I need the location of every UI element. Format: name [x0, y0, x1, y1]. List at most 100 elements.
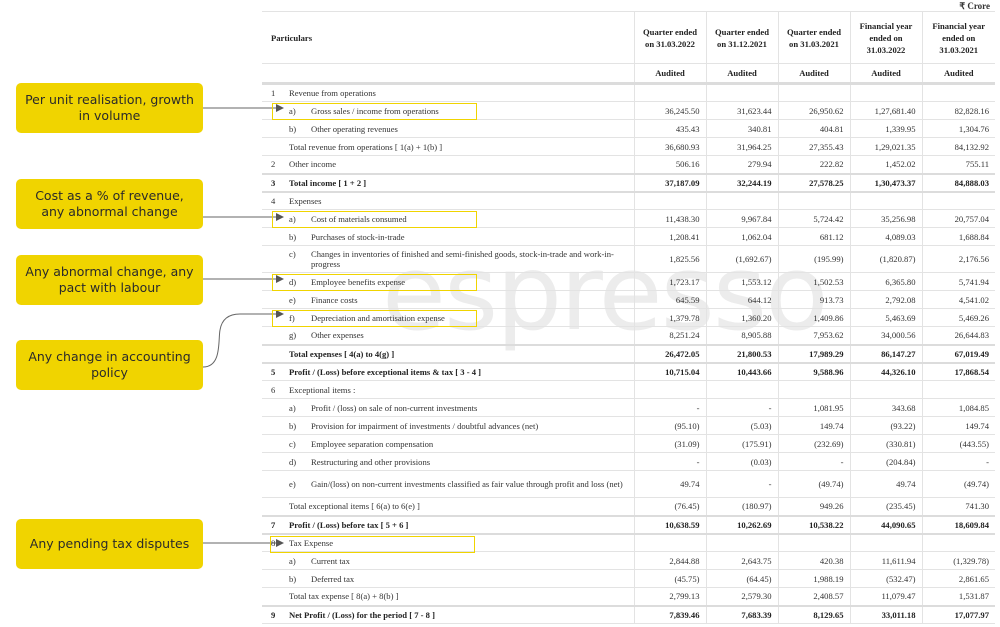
- row-label: Provision for impairment of investments …: [311, 420, 539, 431]
- value-cell: (330.81): [849, 434, 922, 453]
- value-cell: 11,611.94: [849, 551, 922, 570]
- value-cell: 644.12: [705, 290, 778, 309]
- row-number: 1: [271, 88, 276, 98]
- row-sub-index: c): [289, 438, 296, 449]
- value-cell: 1,081.95: [777, 398, 850, 417]
- value-cell: 2,579.30: [705, 587, 778, 607]
- callout-text: Any abnormal change, any pact with labou…: [25, 264, 194, 295]
- table-row: Total exceptional items [ 6(a) to 6(e) ]…: [262, 497, 995, 517]
- header-col: Quarter ended on 31.12.2021: [705, 11, 778, 64]
- value-cell: 149.74: [777, 416, 850, 435]
- row-label: Total tax expense [ 8(a) + 8(b) ]: [289, 591, 399, 602]
- row-number: 6: [271, 384, 276, 395]
- value-cell: 1,825.56: [633, 245, 706, 273]
- audit-blank: [262, 63, 634, 85]
- table-row: a) Gross sales / income from operations 36…: [262, 101, 995, 120]
- value-cell: (1,692.67): [705, 245, 778, 273]
- value-cell: (1,820.87): [849, 245, 922, 273]
- table-row: a) Current tax 2,844.88 2,643.75 420.38 11,61…: [262, 551, 995, 570]
- row-label-cell: c) Employee separation compensation: [262, 434, 634, 453]
- value-cell: [705, 380, 778, 399]
- callout-text: Per unit realisation, growth in volume: [25, 92, 194, 123]
- table-row: 8 Tax Expense: [262, 533, 995, 553]
- value-cell: 37,187.09: [633, 173, 706, 193]
- value-cell: 4,089.03: [849, 227, 922, 246]
- value-cell: [633, 380, 706, 399]
- financial-results-table: Particulars Quarter ended on 31.03.2022 …: [262, 11, 995, 624]
- value-cell: -: [633, 452, 706, 471]
- value-cell: 9,588.96: [777, 362, 850, 381]
- value-cell: 82,828.16: [921, 101, 995, 120]
- value-cell: 31,623.44: [705, 101, 778, 120]
- value-cell: 340.81: [705, 119, 778, 138]
- row-sub-index: g): [289, 330, 297, 341]
- callout-tax: Any pending tax disputes: [16, 519, 203, 569]
- value-cell: 20,757.04: [921, 209, 995, 228]
- row-number: 4: [271, 195, 276, 206]
- value-cell: 84,132.92: [921, 137, 995, 156]
- row-label: Exceptional items :: [289, 384, 356, 395]
- value-cell: 404.81: [777, 119, 850, 138]
- row-label-cell: g) Other expenses: [262, 326, 634, 346]
- value-cell: 506.16: [633, 155, 706, 175]
- value-cell: 36,680.93: [633, 137, 706, 156]
- value-cell: [777, 380, 850, 399]
- row-label: Total income [ 1 + 2 ]: [289, 177, 367, 188]
- value-cell: -: [777, 452, 850, 471]
- value-cell: 279.94: [705, 155, 778, 175]
- row-sub-index: e): [289, 294, 296, 305]
- value-cell: 7,683.39: [705, 605, 778, 624]
- row-label-cell: e) Gain/(loss) on non-current investments…: [262, 470, 634, 498]
- table-row: e) Gain/(loss) on non-current investments…: [262, 470, 995, 498]
- row-label: Other income: [289, 159, 337, 170]
- value-cell: 84,888.03: [921, 173, 995, 193]
- value-cell: 2,861.65: [921, 569, 995, 588]
- row-label: Total exceptional items [ 6(a) to 6(e) ]: [289, 501, 420, 512]
- table-row: b) Purchases of stock-in-trade 1,208.41 1,0…: [262, 227, 995, 246]
- value-cell: 49.74: [849, 470, 922, 498]
- value-cell: (5.03): [705, 416, 778, 435]
- value-cell: [633, 533, 706, 552]
- table-row: b) Other operating revenues 435.43 340.81 40…: [262, 119, 995, 138]
- callout-depreciation: Any change in accounting policy: [16, 340, 203, 390]
- row-label-cell: c) Changes in inventories of finished and…: [262, 245, 634, 273]
- value-cell: 49.74: [633, 470, 706, 498]
- audit-status: Audited: [921, 63, 995, 85]
- value-cell: -: [705, 470, 778, 498]
- value-cell: 1,062.04: [705, 227, 778, 246]
- row-sub-index: a): [289, 555, 296, 566]
- value-cell: 1,339.95: [849, 119, 922, 138]
- table-row: a) Profit / (loss) on sale of non-current…: [262, 398, 995, 417]
- value-cell: [849, 533, 922, 552]
- value-cell: 26,644.83: [921, 326, 995, 346]
- callout-revenue: Per unit realisation, growth in volume: [16, 83, 203, 133]
- value-cell: [777, 533, 850, 552]
- row-label-cell: Total tax expense [ 8(a) + 8(b) ]: [262, 587, 634, 607]
- row-label-cell: 7 Profit / (Loss) before tax [ 5 + 6 ]: [262, 515, 634, 535]
- table-row: c) Changes in inventories of finished and…: [262, 245, 995, 273]
- value-cell: (532.47): [849, 569, 922, 588]
- row-label: Gain/(loss) on non-current investments c…: [311, 479, 623, 489]
- value-cell: 1,304.76: [921, 119, 995, 138]
- value-cell: 1,553.12: [705, 272, 778, 291]
- row-label: Other operating revenues: [311, 123, 398, 134]
- value-cell: 27,355.43: [777, 137, 850, 156]
- value-cell: (45.75): [633, 569, 706, 588]
- table-row: 4 Expenses: [262, 191, 995, 210]
- row-label: Deferred tax: [311, 573, 355, 584]
- value-cell: (195.99): [777, 245, 850, 273]
- row-label-cell: Total exceptional items [ 6(a) to 6(e) ]: [262, 497, 634, 517]
- row-label-cell: e) Finance costs: [262, 290, 634, 309]
- value-cell: 10,638.59: [633, 515, 706, 535]
- value-cell: (49.74): [921, 470, 995, 498]
- row-label-cell: b) Deferred tax: [262, 569, 634, 588]
- row-label-cell: d) Employee benefits expense: [262, 272, 634, 291]
- row-label: Employee separation compensation: [311, 438, 434, 449]
- value-cell: 86,147.27: [849, 344, 922, 364]
- value-cell: 26,950.62: [777, 101, 850, 120]
- header-col: Financial year ended on 31.03.2022: [849, 11, 922, 64]
- value-cell: 44,090.65: [849, 515, 922, 535]
- value-cell: 8,251.24: [633, 326, 706, 346]
- value-cell: 33,011.18: [849, 605, 922, 624]
- value-cell: 8,905.88: [705, 326, 778, 346]
